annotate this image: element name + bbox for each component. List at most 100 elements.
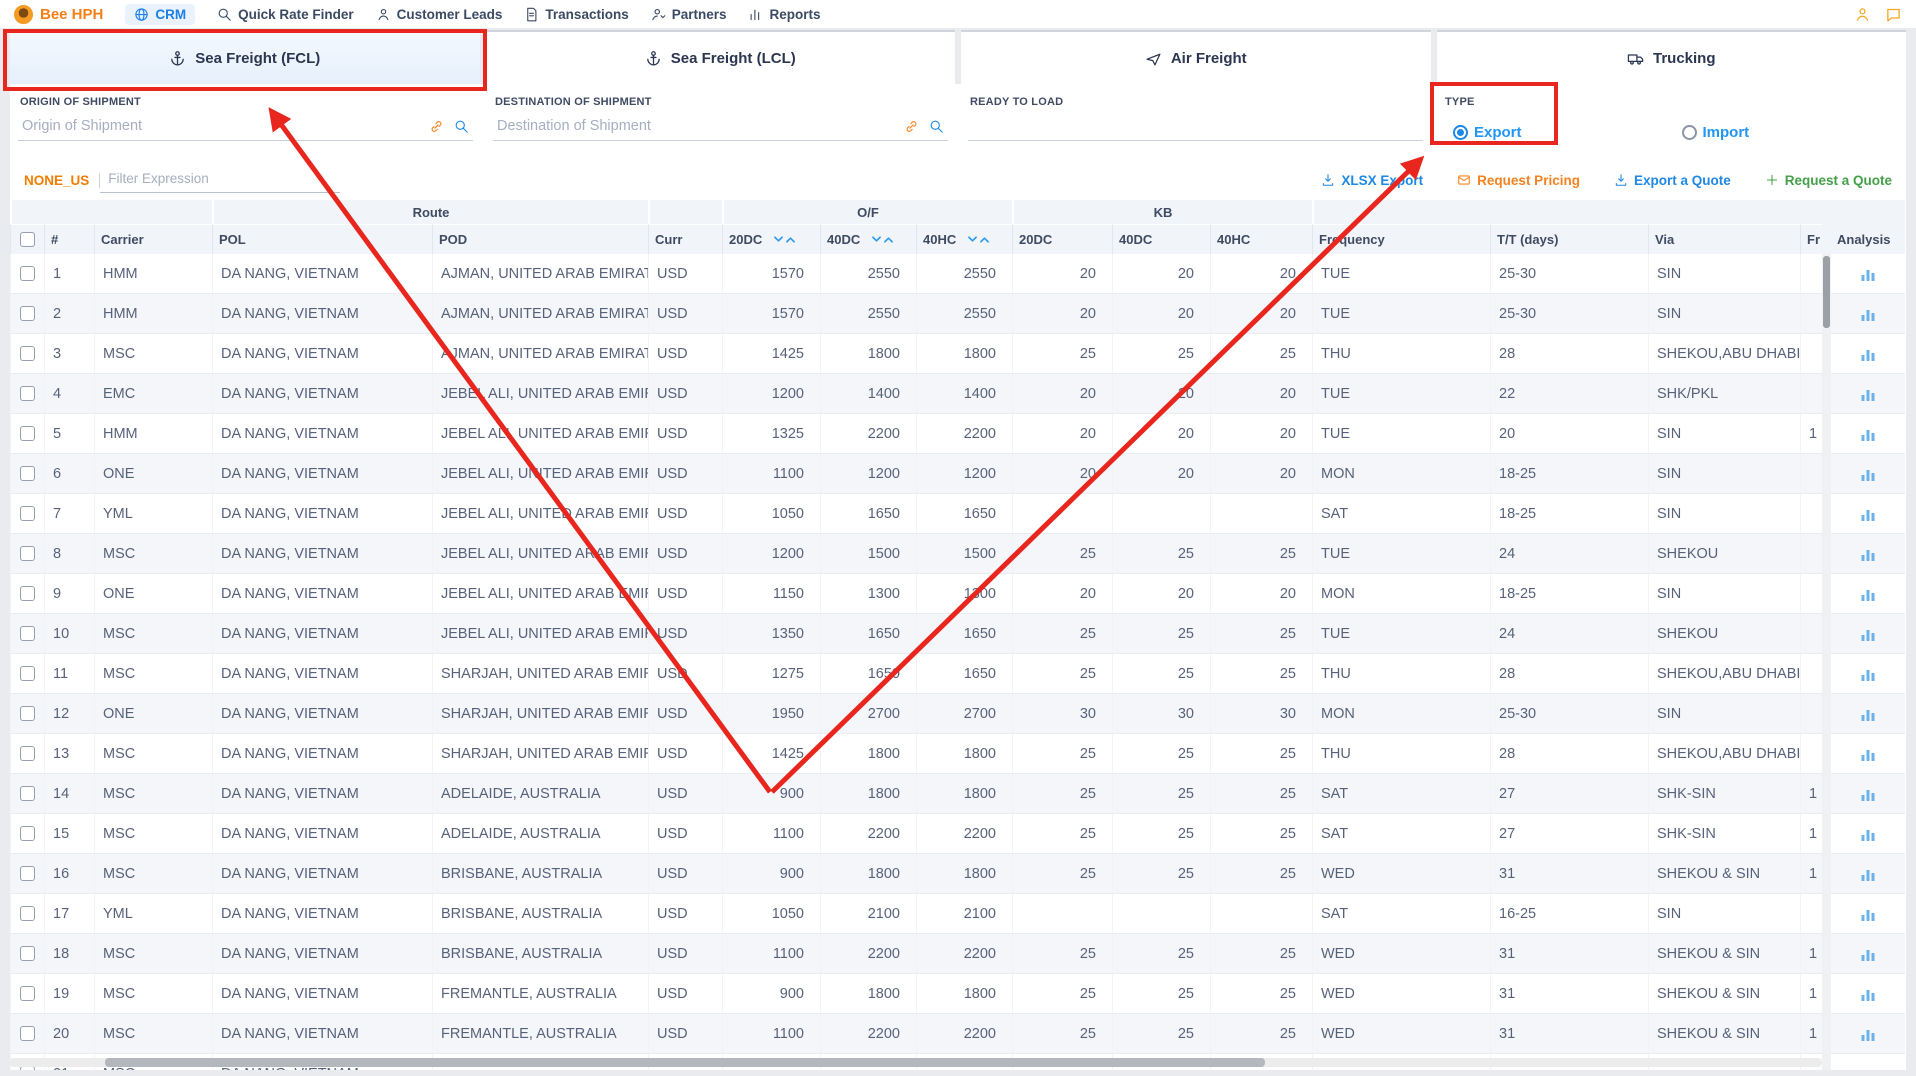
table-row[interactable]: 9 ONE DA NANG, VIETNAM JEBEL ALI, UNITED…: [10, 574, 1822, 614]
row-checkbox[interactable]: [20, 546, 35, 561]
col-curr[interactable]: Curr: [648, 224, 722, 254]
bar-chart-icon[interactable]: [1860, 586, 1876, 602]
ready-to-load-input[interactable]: [968, 118, 1423, 141]
analysis-cell[interactable]: [1831, 934, 1905, 974]
col-of-40dc[interactable]: 40DC: [820, 224, 916, 254]
analysis-cell[interactable]: [1831, 494, 1905, 534]
table-row[interactable]: 7 YML DA NANG, VIETNAM JEBEL ALI, UNITED…: [10, 494, 1822, 534]
vertical-scrollbar[interactable]: [1822, 200, 1831, 1076]
col-frequency[interactable]: Frequency: [1312, 224, 1490, 254]
row-checkbox[interactable]: [20, 506, 35, 521]
link-icon[interactable]: [904, 119, 919, 134]
bar-chart-icon[interactable]: [1860, 306, 1876, 322]
col-fr-clipped[interactable]: Fr: [1800, 224, 1822, 254]
row-checkbox[interactable]: [20, 906, 35, 921]
account-icon[interactable]: [1854, 6, 1871, 23]
table-row[interactable]: 20 MSC DA NANG, VIETNAM FREMANTLE, AUSTR…: [10, 1014, 1822, 1054]
bar-chart-icon[interactable]: [1860, 826, 1876, 842]
nav-item-crm[interactable]: CRM: [125, 4, 195, 25]
col-of-40hc[interactable]: 40HC: [916, 224, 1012, 254]
bar-chart-icon[interactable]: [1860, 506, 1876, 522]
analysis-cell[interactable]: [1831, 734, 1905, 774]
row-checkbox[interactable]: [20, 866, 35, 881]
row-checkbox[interactable]: [20, 586, 35, 601]
sort-desc-icon[interactable]: [968, 236, 977, 243]
search-icon[interactable]: [929, 119, 944, 134]
nav-item-quick-rate-finder[interactable]: Quick Rate Finder: [217, 7, 354, 22]
table-row[interactable]: 18 MSC DA NANG, VIETNAM BRISBANE, AUSTRA…: [10, 934, 1822, 974]
bar-chart-icon[interactable]: [1860, 546, 1876, 562]
col-tt-days[interactable]: T/T (days): [1490, 224, 1648, 254]
row-checkbox[interactable]: [20, 786, 35, 801]
table-row[interactable]: 5 HMM DA NANG, VIETNAM JEBEL ALI, UNITED…: [10, 414, 1822, 454]
analysis-cell[interactable]: [1831, 814, 1905, 854]
table-row[interactable]: 11 MSC DA NANG, VIETNAM SHARJAH, UNITED …: [10, 654, 1822, 694]
brand[interactable]: Bee HPH: [14, 5, 103, 24]
search-icon[interactable]: [454, 119, 469, 134]
sort-asc-icon[interactable]: [786, 236, 795, 243]
col-pol[interactable]: POL: [212, 224, 432, 254]
nav-item-transactions[interactable]: Transactions: [524, 7, 628, 22]
analysis-cell[interactable]: [1831, 374, 1905, 414]
table-row[interactable]: 10 MSC DA NANG, VIETNAM JEBEL ALI, UNITE…: [10, 614, 1822, 654]
sort-asc-icon[interactable]: [884, 236, 893, 243]
filter-expression-input[interactable]: Filter Expression: [100, 167, 340, 193]
nav-item-customer-leads[interactable]: Customer Leads: [376, 7, 503, 22]
table-row[interactable]: 19 MSC DA NANG, VIETNAM FREMANTLE, AUSTR…: [10, 974, 1822, 1014]
bar-chart-icon[interactable]: [1860, 346, 1876, 362]
col-kb-20dc[interactable]: 20DC: [1012, 224, 1112, 254]
col-kb-40dc[interactable]: 40DC: [1112, 224, 1210, 254]
table-row[interactable]: 2 HMM DA NANG, VIETNAM AJMAN, UNITED ARA…: [10, 294, 1822, 334]
tab-trucking[interactable]: Trucking: [1437, 30, 1907, 84]
radio-icon[interactable]: [1453, 125, 1468, 140]
type-option-export[interactable]: Export: [1453, 124, 1522, 141]
request-pricing-button[interactable]: Request Pricing: [1457, 173, 1580, 188]
col-pod[interactable]: POD: [432, 224, 648, 254]
horizontal-scrollbar[interactable]: [10, 1058, 1822, 1067]
col-carrier[interactable]: Carrier: [94, 224, 212, 254]
vertical-scrollbar-thumb[interactable]: [1823, 256, 1830, 328]
table-row[interactable]: 1 HMM DA NANG, VIETNAM AJMAN, UNITED ARA…: [10, 254, 1822, 294]
bar-chart-icon[interactable]: [1860, 906, 1876, 922]
bar-chart-icon[interactable]: [1860, 466, 1876, 482]
table-row[interactable]: 4 EMC DA NANG, VIETNAM JEBEL ALI, UNITED…: [10, 374, 1822, 414]
col-of-20dc[interactable]: 20DC: [722, 224, 820, 254]
table-row[interactable]: 13 MSC DA NANG, VIETNAM SHARJAH, UNITED …: [10, 734, 1822, 774]
row-checkbox[interactable]: [20, 986, 35, 1001]
destination-input[interactable]: Destination of Shipment: [493, 118, 948, 141]
link-icon[interactable]: [429, 119, 444, 134]
analysis-cell[interactable]: [1831, 974, 1905, 1014]
bar-chart-icon[interactable]: [1860, 426, 1876, 442]
row-checkbox[interactable]: [20, 266, 35, 281]
sort-desc-icon[interactable]: [774, 236, 783, 243]
bar-chart-icon[interactable]: [1860, 986, 1876, 1002]
bar-chart-icon[interactable]: [1860, 786, 1876, 802]
sort-desc-icon[interactable]: [872, 236, 881, 243]
bar-chart-icon[interactable]: [1860, 386, 1876, 402]
row-checkbox[interactable]: [20, 946, 35, 961]
table-row[interactable]: 8 MSC DA NANG, VIETNAM JEBEL ALI, UNITED…: [10, 534, 1822, 574]
row-checkbox[interactable]: [20, 346, 35, 361]
analysis-cell[interactable]: [1831, 574, 1905, 614]
analysis-cell[interactable]: [1831, 854, 1905, 894]
table-row[interactable]: 12 ONE DA NANG, VIETNAM SHARJAH, UNITED …: [10, 694, 1822, 734]
radio-icon[interactable]: [1682, 125, 1697, 140]
bar-chart-icon[interactable]: [1860, 746, 1876, 762]
analysis-cell[interactable]: [1831, 694, 1905, 734]
table-row[interactable]: 6 ONE DA NANG, VIETNAM JEBEL ALI, UNITED…: [10, 454, 1822, 494]
analysis-cell[interactable]: [1831, 254, 1905, 294]
type-option-import[interactable]: Import: [1682, 124, 1750, 141]
xlsx-export-button[interactable]: XLSX Export: [1321, 173, 1423, 188]
nav-item-reports[interactable]: Reports: [748, 7, 820, 22]
col-num[interactable]: #: [44, 224, 94, 254]
row-checkbox[interactable]: [20, 826, 35, 841]
table-row[interactable]: 3 MSC DA NANG, VIETNAM AJMAN, UNITED ARA…: [10, 334, 1822, 374]
analysis-cell[interactable]: [1831, 1014, 1905, 1054]
table-row[interactable]: 14 MSC DA NANG, VIETNAM ADELAIDE, AUSTRA…: [10, 774, 1822, 814]
row-checkbox[interactable]: [20, 466, 35, 481]
row-checkbox[interactable]: [20, 386, 35, 401]
analysis-cell[interactable]: [1831, 414, 1905, 454]
tab-sea-freight-fcl[interactable]: Sea Freight (FCL): [10, 30, 480, 84]
sort-asc-icon[interactable]: [980, 236, 989, 243]
table-row[interactable]: 16 MSC DA NANG, VIETNAM BRISBANE, AUSTRA…: [10, 854, 1822, 894]
